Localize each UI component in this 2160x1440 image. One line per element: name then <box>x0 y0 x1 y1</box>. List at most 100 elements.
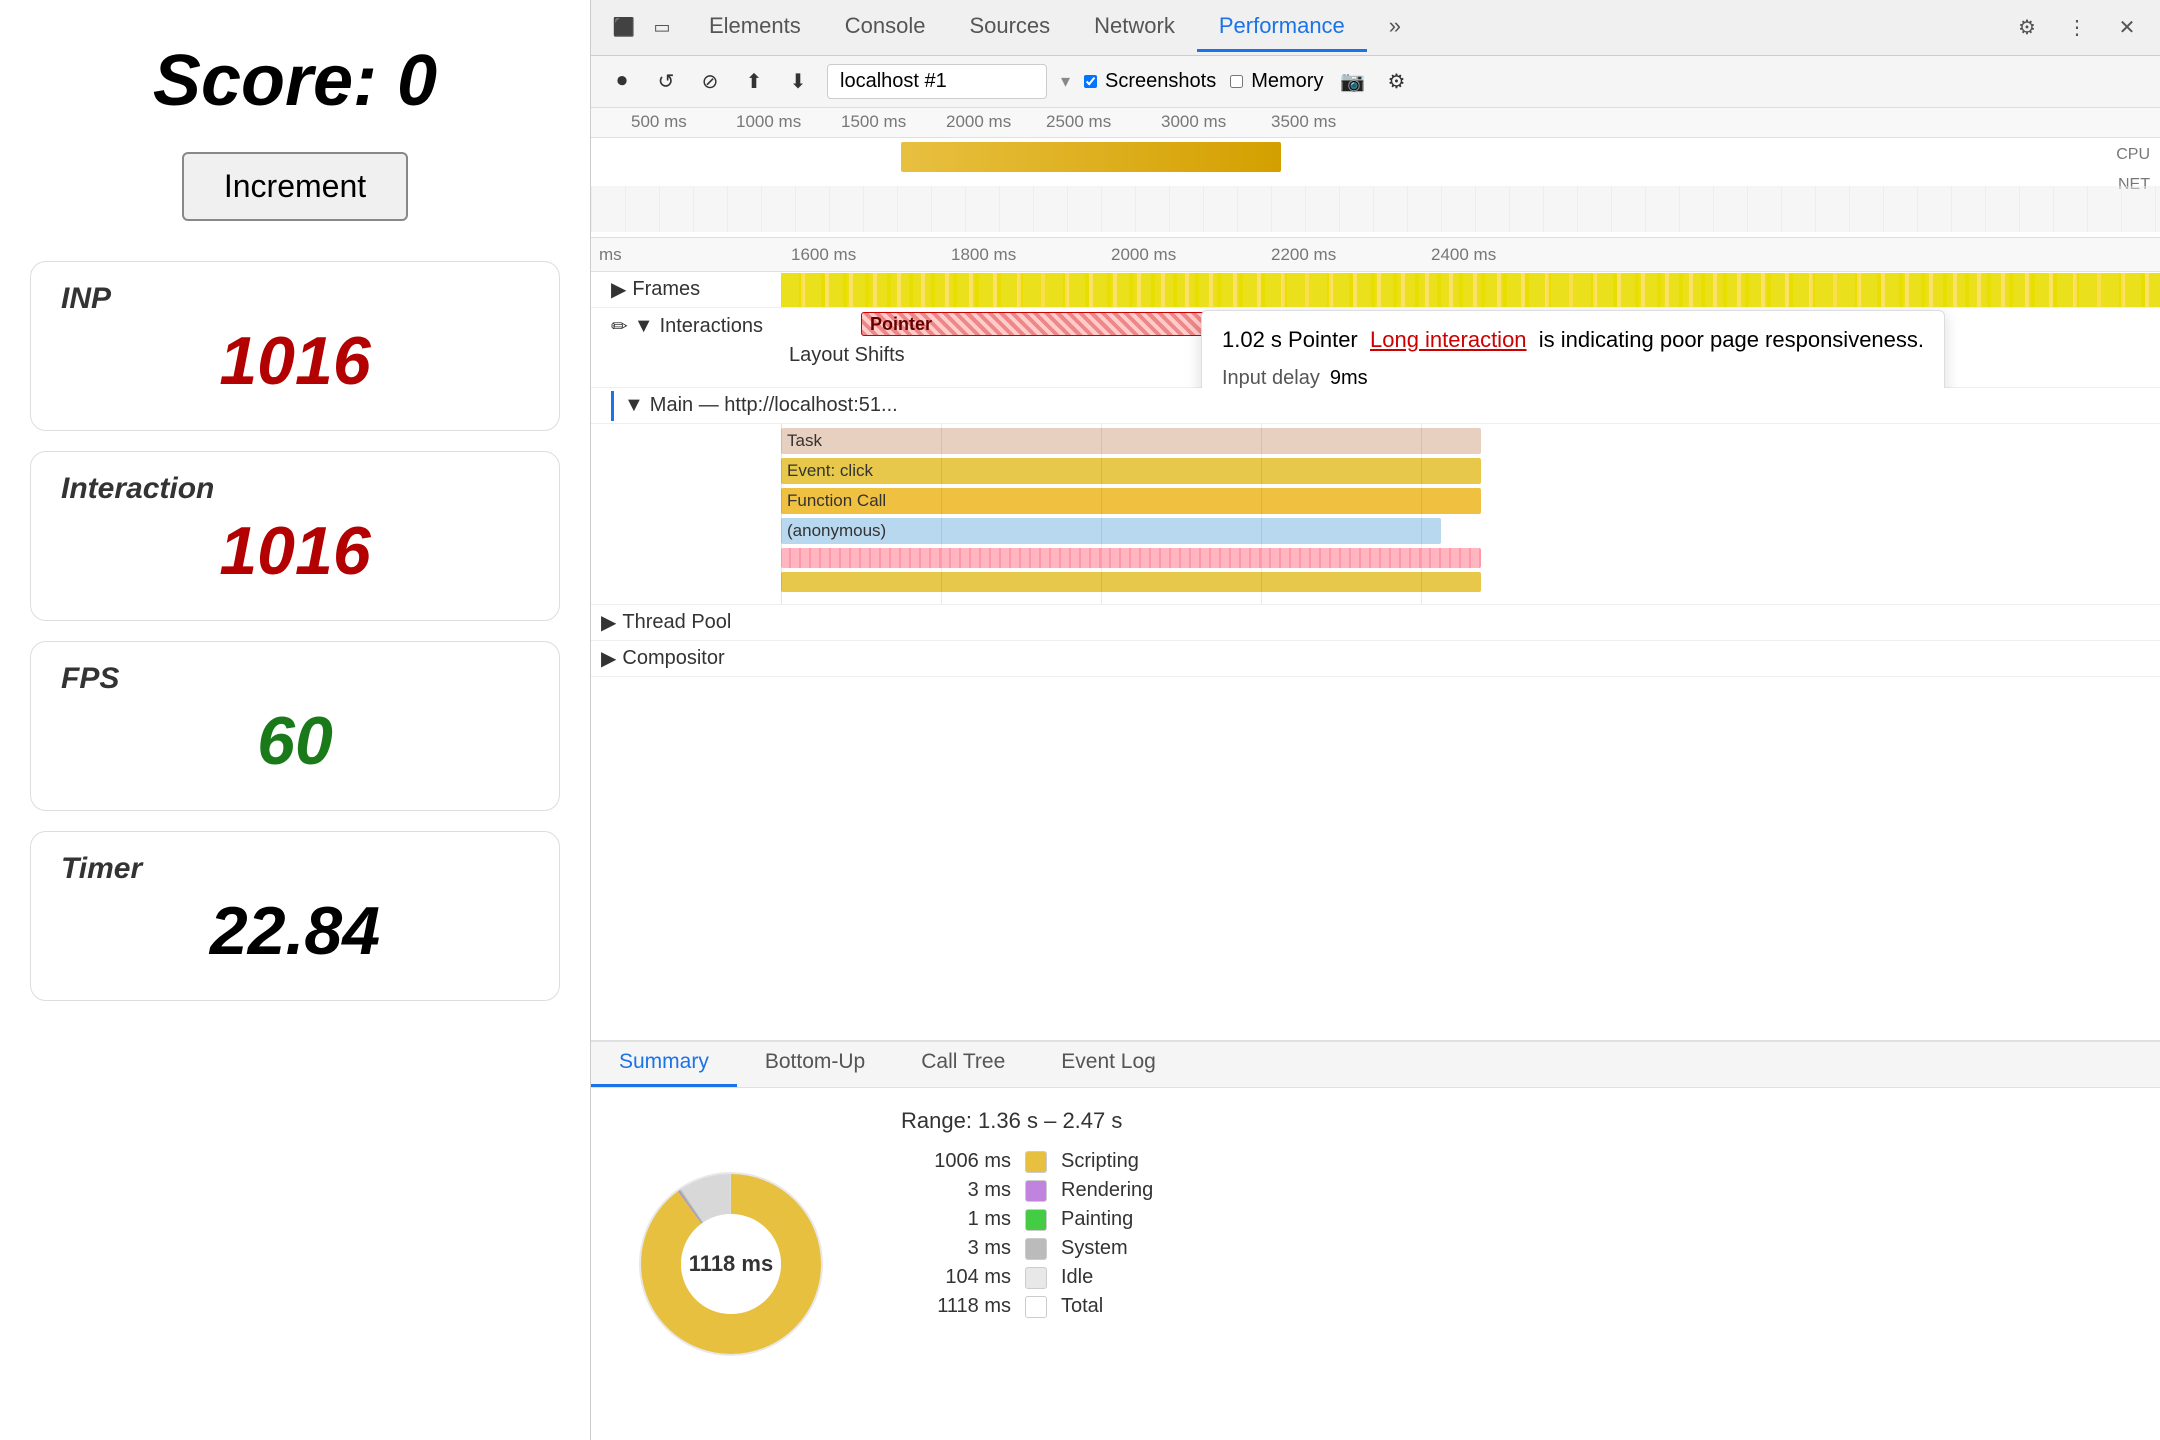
legend-color <box>1025 1180 1047 1202</box>
main-thread-indicator <box>611 391 614 421</box>
timeline-main[interactable]: ms 1600 ms 1800 ms 2000 ms 2200 ms 2400 … <box>591 238 2160 1040</box>
download-icon[interactable]: ⬇ <box>783 67 813 97</box>
frames-label[interactable]: ▶ Frames <box>591 273 781 306</box>
upload-icon[interactable]: ⬆ <box>739 67 769 97</box>
layout-shifts-label[interactable]: Layout Shifts <box>781 344 905 367</box>
vline5 <box>1421 424 1422 604</box>
interaction-value: 1016 <box>61 512 529 590</box>
capture-icon[interactable]: 📷 <box>1337 67 1367 97</box>
thread-pool-row[interactable]: ▶ Thread Pool <box>591 605 2160 641</box>
tooltip-input-delay: Input delay 9ms <box>1222 361 1924 388</box>
ruler2-ms: ms <box>599 245 622 265</box>
left-panel: Score: 0 Increment INP 1016 Interaction … <box>0 0 590 1440</box>
legend-color <box>1025 1151 1047 1173</box>
screenshots-checkbox-group: Screenshots <box>1084 70 1216 93</box>
interactions-arrow-down: ▼ <box>634 315 654 338</box>
ruler-tick-2000: 2000 ms <box>946 112 1011 132</box>
thread-pool-arrow: ▶ <box>601 610 616 635</box>
summary-legend: 1006 ms Scripting 3 ms Rendering 1 ms Pa… <box>901 1150 2130 1318</box>
screenshots-label: Screenshots <box>1105 70 1216 93</box>
tab-summary[interactable]: Summary <box>591 1042 737 1087</box>
legend-label: Idle <box>1061 1266 1093 1289</box>
legend-label: Total <box>1061 1295 1103 1318</box>
increment-button[interactable]: Increment <box>182 152 408 221</box>
tooltip-title: 1.02 s Pointer Long interaction is indic… <box>1222 327 1924 353</box>
ruler2-1600: 1600 ms <box>791 245 856 265</box>
fps-label: FPS <box>61 662 529 696</box>
cpu-bar <box>901 142 1281 172</box>
interactions-track: ✏ ▼ Interactions Pointer Layout Shifts 1… <box>591 308 2160 388</box>
interactions-content: Pointer Layout Shifts 1.02 s Pointer Lon… <box>781 308 2160 388</box>
legend-ms: 3 ms <box>901 1179 1011 1202</box>
frames-arrow: ▶ <box>611 277 626 302</box>
url-input[interactable] <box>827 64 1047 99</box>
close-icon[interactable]: ✕ <box>2110 11 2144 45</box>
legend-row: 1 ms Painting <box>901 1208 2130 1231</box>
record-icon[interactable]: ⏺ <box>607 67 637 97</box>
interaction-card: Interaction 1016 <box>30 451 560 621</box>
tab-console[interactable]: Console <box>823 3 948 52</box>
legend-row: 3 ms System <box>901 1237 2130 1260</box>
screenshots-checkbox[interactable] <box>1084 75 1097 88</box>
main-thread-header[interactable]: ▼ Main — http://localhost:51... <box>591 388 2160 424</box>
bottom-panel: Summary Bottom-Up Call Tree Event Log <box>591 1040 2160 1440</box>
legend-label: Scripting <box>1061 1150 1139 1173</box>
compositor-arrow: ▶ <box>601 646 616 671</box>
dock-icon[interactable]: ⬛ <box>607 11 641 45</box>
main-thread-section: ▼ Main — http://localhost:51... Task Eve… <box>591 388 2160 605</box>
ruler-tick-2500: 2500 ms <box>1046 112 1111 132</box>
more-options-icon[interactable]: ⋮ <box>2060 11 2094 45</box>
ruler2-2400: 2400 ms <box>1431 245 1496 265</box>
legend-ms: 1 ms <box>901 1208 1011 1231</box>
legend-color <box>1025 1267 1047 1289</box>
memory-checkbox[interactable] <box>1230 75 1243 88</box>
legend-label: Painting <box>1061 1208 1133 1231</box>
interactions-label[interactable]: ✏ ▼ Interactions <box>591 308 781 343</box>
tab-bottom-up[interactable]: Bottom-Up <box>737 1042 893 1087</box>
summary-left: 1118 ms <box>591 1088 871 1440</box>
tooltip-link[interactable]: Long interaction <box>1370 327 1527 352</box>
legend-ms: 1118 ms <box>901 1295 1011 1318</box>
settings-icon[interactable]: ⚙ <box>2010 11 2044 45</box>
dock-icon2[interactable]: ▭ <box>645 11 679 45</box>
score-title: Score: 0 <box>153 40 437 122</box>
interactions-pencil: ✏ <box>611 314 628 339</box>
devtools-header: ⬛ ▭ Elements Console Sources Network Per… <box>591 0 2160 56</box>
screenshot-strip <box>591 186 2160 232</box>
clear-icon[interactable]: ⊘ <box>695 67 725 97</box>
timer-card: Timer 22.84 <box>30 831 560 1001</box>
tab-more[interactable]: » <box>1367 3 1423 52</box>
vline3 <box>1101 424 1102 604</box>
reload-icon[interactable]: ↺ <box>651 67 681 97</box>
devtools-tabs: Elements Console Sources Network Perform… <box>687 3 2010 52</box>
donut-chart: 1118 ms <box>631 1164 831 1364</box>
summary-right: Range: 1.36 s – 2.47 s 1006 ms Scripting… <box>871 1088 2160 1440</box>
timeline-ruler2: ms 1600 ms 1800 ms 2000 ms 2200 ms 2400 … <box>591 238 2160 272</box>
timeline-overview[interactable]: 500 ms 1000 ms 1500 ms 2000 ms 2500 ms 3… <box>591 108 2160 238</box>
timer-value: 22.84 <box>61 892 529 970</box>
memory-label: Memory <box>1251 70 1323 93</box>
tab-sources[interactable]: Sources <box>947 3 1072 52</box>
settings2-icon[interactable]: ⚙ <box>1381 67 1411 97</box>
main-thread-content: Task Event: click Function Call (anonymo… <box>591 424 2160 604</box>
tab-performance[interactable]: Performance <box>1197 3 1367 52</box>
fps-card: FPS 60 <box>30 641 560 811</box>
inp-value: 1016 <box>61 322 529 400</box>
timer-label: Timer <box>61 852 529 886</box>
memory-checkbox-group: Memory <box>1230 70 1323 93</box>
compositor-row[interactable]: ▶ Compositor <box>591 641 2160 677</box>
tab-elements[interactable]: Elements <box>687 3 823 52</box>
devtools-toolbar: ⏺ ↺ ⊘ ⬆ ⬇ ▾ Screenshots Memory 📷 ⚙ <box>591 56 2160 108</box>
legend-row: 1006 ms Scripting <box>901 1150 2130 1173</box>
tab-network[interactable]: Network <box>1072 3 1197 52</box>
legend-row: 3 ms Rendering <box>901 1179 2130 1202</box>
fps-value: 60 <box>61 702 529 780</box>
ruler2-2000: 2000 ms <box>1111 245 1176 265</box>
bottom-tabs: Summary Bottom-Up Call Tree Event Log <box>591 1042 2160 1088</box>
legend-row: 1118 ms Total <box>901 1295 2130 1318</box>
tab-call-tree[interactable]: Call Tree <box>893 1042 1033 1087</box>
legend-ms: 3 ms <box>901 1237 1011 1260</box>
tab-event-log[interactable]: Event Log <box>1033 1042 1184 1087</box>
vline1 <box>781 424 782 604</box>
vline4 <box>1261 424 1262 604</box>
